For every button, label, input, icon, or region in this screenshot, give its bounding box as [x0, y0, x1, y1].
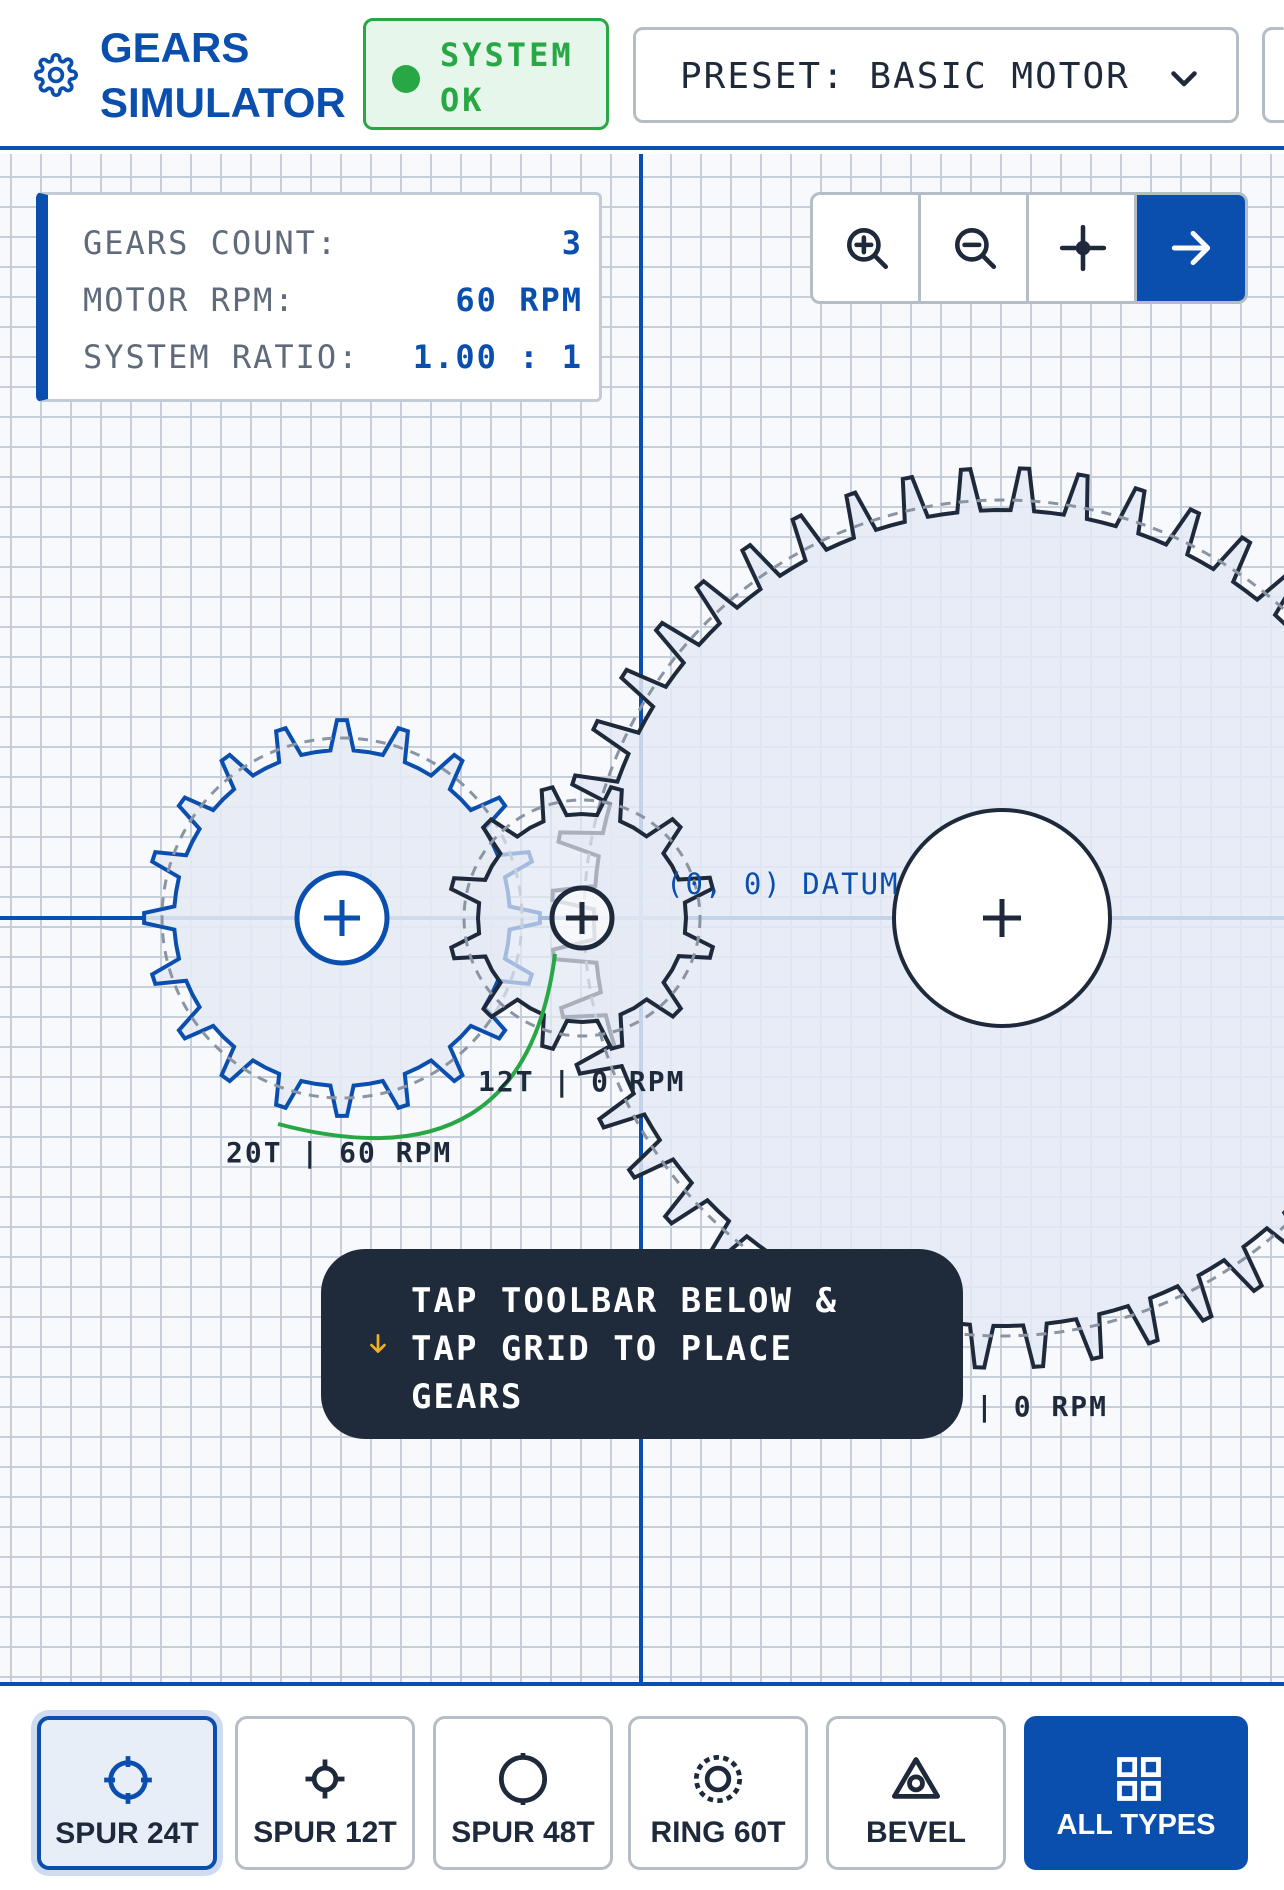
hint-tooltip: TAP TOOLBAR BELOW & TAP GRID TO PLACE GE… — [321, 1249, 963, 1439]
preset-select[interactable]: PRESET: BASIC MOTOR — [633, 27, 1239, 123]
zoom-in-icon — [847, 228, 889, 270]
tool-spur-12t[interactable]: SPUR 12T — [235, 1716, 415, 1870]
center-icon — [1059, 224, 1107, 272]
grid-icon — [1117, 1757, 1161, 1801]
tool-bevel[interactable]: BEVEL — [826, 1716, 1006, 1870]
spur-48-icon — [498, 1753, 548, 1805]
tool-label: SPUR 24T — [55, 1817, 199, 1850]
tool-label: ALL TYPES — [1056, 1809, 1216, 1841]
gear-large-label: | 0 RPM — [976, 1390, 1109, 1423]
zoom-controls — [810, 192, 1248, 304]
stats-panel: GEARS COUNT: 3 MOTOR RPM: 60 RPM SYSTEM … — [36, 192, 602, 402]
center-view-button[interactable] — [1029, 195, 1137, 301]
app-frame: GEARS SIMULATOR SYSTEM OK PRESET: BASIC … — [0, 0, 1284, 1890]
arrow-down-icon — [370, 1333, 386, 1353]
stat-system-ratio: SYSTEM RATIO: 1.00 : 1 — [83, 337, 583, 377]
spur-24-icon — [104, 1756, 152, 1804]
tool-spur-24t[interactable]: SPUR 24T — [37, 1716, 217, 1870]
tool-label: BEVEL — [865, 1816, 967, 1849]
stat-value: 1.00 : 1 — [412, 338, 583, 376]
status-text: SYSTEM OK — [440, 36, 574, 119]
header: GEARS SIMULATOR SYSTEM OK PRESET: BASIC … — [0, 0, 1284, 150]
ring-icon — [693, 1754, 743, 1804]
chevron-down-icon — [1171, 71, 1197, 87]
tool-label: RING 60T — [650, 1816, 786, 1849]
gear-toolbar: SPUR 24T SPUR 12T SPUR 48T RING 60T BEVE… — [0, 1682, 1284, 1890]
stat-label: SYSTEM RATIO: — [83, 338, 360, 376]
zoom-out-button[interactable] — [921, 195, 1029, 301]
stat-value: 3 — [561, 224, 583, 262]
bevel-icon — [891, 1757, 941, 1799]
app-title: GEARS SIMULATOR — [100, 24, 346, 126]
gear-grid-canvas[interactable]: GEARS COUNT: 3 MOTOR RPM: 60 RPM SYSTEM … — [0, 154, 1284, 1682]
stat-value: 60 RPM — [455, 281, 583, 319]
tool-spur-48t[interactable]: SPUR 48T — [433, 1716, 613, 1870]
stat-label: GEARS COUNT: — [83, 224, 339, 262]
tool-all-types[interactable]: ALL TYPES — [1024, 1716, 1248, 1870]
status-dot — [392, 65, 420, 93]
zoom-out-icon — [955, 228, 997, 270]
tool-label: SPUR 12T — [253, 1816, 397, 1849]
stat-label: MOTOR RPM: — [83, 281, 296, 319]
next-button[interactable] — [1137, 195, 1245, 301]
preset-label: PRESET: BASIC MOTOR — [680, 56, 1130, 97]
stat-gears-count: GEARS COUNT: 3 — [83, 223, 583, 263]
spur-12-icon — [305, 1759, 345, 1799]
status-badge: SYSTEM OK — [363, 18, 609, 130]
stat-motor-rpm: MOTOR RPM: 60 RPM — [83, 280, 583, 320]
tool-label: SPUR 48T — [451, 1816, 595, 1849]
gear-icon — [34, 53, 78, 97]
tool-ring-60t[interactable]: RING 60T — [628, 1716, 808, 1870]
gear-12t[interactable] — [448, 784, 716, 1052]
zoom-in-button[interactable] — [813, 195, 921, 301]
datum-label: (0, 0) DATUM — [666, 867, 900, 901]
header-extra-button[interactable] — [1262, 27, 1284, 123]
gear-20t-label: 20T | 60 RPM — [226, 1136, 453, 1169]
hint-text: TAP TOOLBAR BELOW & TAP GRID TO PLACE GE… — [411, 1281, 838, 1417]
arrow-right-icon — [1171, 230, 1211, 266]
gear-12t-label: 12T | 0 RPM — [478, 1065, 686, 1098]
